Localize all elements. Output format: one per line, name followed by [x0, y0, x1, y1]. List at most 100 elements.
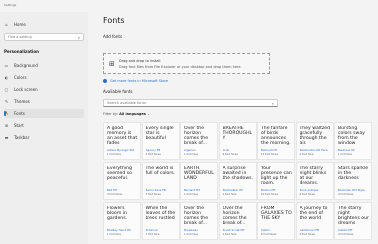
font-name: Baskerville Old Face [299, 148, 328, 152]
sidebar-item-label: Colors [14, 75, 27, 80]
font-faces-count: 1 font face [222, 193, 237, 196]
drop-zone-subtitle: Drag font files from File Explorer or yo… [119, 65, 242, 69]
palette-icon: ◐ [4, 75, 9, 80]
font-card[interactable]: BREATHE THOROUGHLY Arial 9 font faces [218, 122, 257, 160]
font-card[interactable]: Over the horizon comes the break of... Br… [218, 202, 257, 240]
font-card[interactable]: A surprise awaited in the shadows. Blacka… [218, 162, 257, 200]
taskbar-icon: ▬ [4, 135, 9, 140]
add-font-icon: ⊞ [109, 60, 115, 68]
font-sample-text: Everything seemed so peaceful. [107, 166, 132, 181]
search-icon[interactable]: ⌕ [272, 101, 274, 106]
font-name: Brush Script MT [222, 228, 245, 232]
font-name: Bell MT [107, 188, 118, 192]
font-name: Bodoni MT [261, 188, 276, 192]
lock-screen-icon: ▢ [4, 87, 9, 92]
font-card[interactable]: The starry night brightens our dreams Cal… [334, 202, 372, 240]
font-card[interactable]: The world is full of colors. Berlin Sans … [141, 162, 180, 200]
add-fonts-label: Add fonts [103, 34, 123, 39]
font-faces-count: 10 font faces [261, 193, 278, 196]
sidebar-section-title: Personalization [4, 49, 39, 54]
store-link[interactable]: Get more fonts in Microsoft Store [103, 79, 168, 83]
sidebar-item-label: Lock screen [14, 87, 38, 92]
filter-label: Filter by: [103, 112, 118, 116]
font-sample-text: The world is full of colors. [145, 166, 176, 176]
sidebar-item-label: Start [14, 123, 24, 128]
sidebar-item-label: Fonts [14, 111, 25, 116]
sidebar-item-lock-screen[interactable]: ▢ Lock screen [4, 85, 84, 94]
font-search-input[interactable]: Search available fonts ⌕ [103, 99, 278, 107]
font-faces-count: 1 font face [299, 153, 314, 156]
sidebar-item-label: Background [14, 63, 38, 68]
sidebar-item-label: Taskbar [14, 135, 30, 140]
sidebar: ⌂ Home Find a setting ⌕ Personalization … [0, 12, 88, 244]
font-card[interactable]: Every single star is beautiful Agency FB 2… [141, 122, 180, 160]
font-name: Bernard MT [184, 188, 201, 192]
font-sample-text: Your presence can light up the room. [261, 166, 292, 186]
font-sample-text: The fanfare of birds announces the morni… [261, 126, 291, 146]
available-fonts-label: Available fonts [103, 89, 133, 94]
font-card[interactable]: EARTH. WONDERFUL LAND Bernard MT 1 font fa… [180, 162, 218, 200]
font-sample-text: While the leaves of the trees rustled [145, 206, 176, 221]
filter-value: All languages [119, 112, 146, 116]
font-card[interactable]: While the leaves of the trees rustled Bri… [141, 202, 180, 240]
font-name: Book Antiqua [299, 188, 319, 192]
font-card[interactable]: Everything seemed so peaceful. Bell MT 3 f… [103, 162, 141, 200]
font-card[interactable]: A journey to the end of the world Califor… [295, 202, 334, 240]
font-faces-count: 1 font face [184, 233, 198, 236]
chevron-down-icon: ⌄ [146, 112, 150, 116]
font-faces-count: 4 font faces [338, 233, 354, 236]
font-name: Berlin Sans FB [145, 188, 166, 192]
sidebar-item-colors[interactable]: ◐ Colors [4, 73, 84, 82]
sidebar-item-themes[interactable]: ✎ Themes [4, 97, 84, 106]
sidebar-item-home[interactable]: ⌂ Home [4, 20, 84, 29]
settings-search-input[interactable]: Find a setting ⌕ [4, 33, 84, 41]
font-sample-text: EARTH. WONDERFUL LAND [184, 166, 214, 181]
font-card[interactable]: They waltzed gracefully through the air.… [295, 122, 334, 160]
image-icon: ▭ [4, 63, 9, 68]
font-name: Calibri [261, 228, 270, 232]
font-name: Broadway [184, 228, 198, 232]
font-name: Bauhaus 93 [338, 148, 355, 152]
font-card[interactable]: FROM GALAXIES TO THE SKY Calibri 6 font fa… [257, 202, 295, 240]
font-sample-text: Over the horizon comes the break of... [222, 206, 247, 226]
font-name: Adobe Myungjo Std [107, 148, 135, 152]
page-title: Fonts [103, 16, 125, 25]
sidebar-item-start[interactable]: ⊞ Start [4, 121, 84, 130]
font-card[interactable]: Your presence can light up the room. Bodo… [257, 162, 295, 200]
font-card[interactable]: Bursting colors sway from the window Bauh… [334, 122, 372, 160]
home-icon: ⌂ [5, 22, 8, 27]
font-sample-text: They waltzed gracefully through the air. [299, 126, 331, 146]
font-faces-count: 2 font faces [145, 153, 161, 156]
language-filter[interactable]: Filter by: All languages ⌄ [103, 112, 150, 116]
sidebar-item-background[interactable]: ▭ Background [4, 61, 84, 70]
font-faces-count: 1 font face [107, 233, 121, 236]
font-drop-zone[interactable]: ⊞ Drag and drop to install Drag font fil… [103, 53, 270, 74]
store-link-text: Get more fonts in Microsoft Store [110, 79, 169, 83]
font-card[interactable]: A good memory is an asset that fades Adob… [103, 122, 141, 160]
font-card[interactable]: The starry night blinks at our dreams. Bo… [295, 162, 334, 200]
sidebar-item-taskbar[interactable]: ▬ Taskbar [4, 133, 84, 142]
font-faces-count: 3 font faces [107, 193, 123, 196]
sidebar-item-label: Themes [14, 99, 30, 104]
sidebar-item-fonts[interactable]: A Fonts [4, 109, 84, 118]
start-icon: ⊞ [4, 123, 9, 128]
font-card[interactable]: Flowers bloom in gardens. Bradley Hand IT… [103, 202, 141, 240]
font-sample-text: Over the horizon comes the break of... [184, 126, 209, 146]
font-faces-count: 1 font face [184, 193, 198, 196]
font-faces-count: 4 font faces [299, 193, 315, 196]
font-card[interactable]: Stars sparkle in the darkness Bookman Old… [334, 162, 372, 200]
font-faces-count: 4 font faces [338, 193, 354, 196]
font-sample-text: Flowers bloom in gardens. [107, 206, 128, 221]
font-name: Californian FB [299, 228, 319, 232]
search-icon[interactable]: ⌕ [78, 35, 80, 40]
font-card[interactable]: Over the horizon comes the break of... Al… [180, 122, 218, 160]
font-faces-count: 1 font face [184, 153, 198, 156]
font-faces-count: 6 font faces [261, 233, 277, 236]
font-sample-text: BREATHE THOROUGHLY [222, 126, 253, 141]
font-faces-count: 3 font faces [145, 193, 161, 196]
font-card[interactable]: Over the horizon comes the break of... Br… [180, 202, 218, 240]
font-sample-text: The starry night blinks at our dreams. [299, 166, 327, 186]
main-content: Fonts Add fonts ⊞ Drag and drop to insta… [88, 12, 378, 244]
font-card[interactable]: The fanfare of birds announces the morni… [257, 122, 295, 160]
drop-zone-title: Drag and drop to install [119, 59, 161, 63]
